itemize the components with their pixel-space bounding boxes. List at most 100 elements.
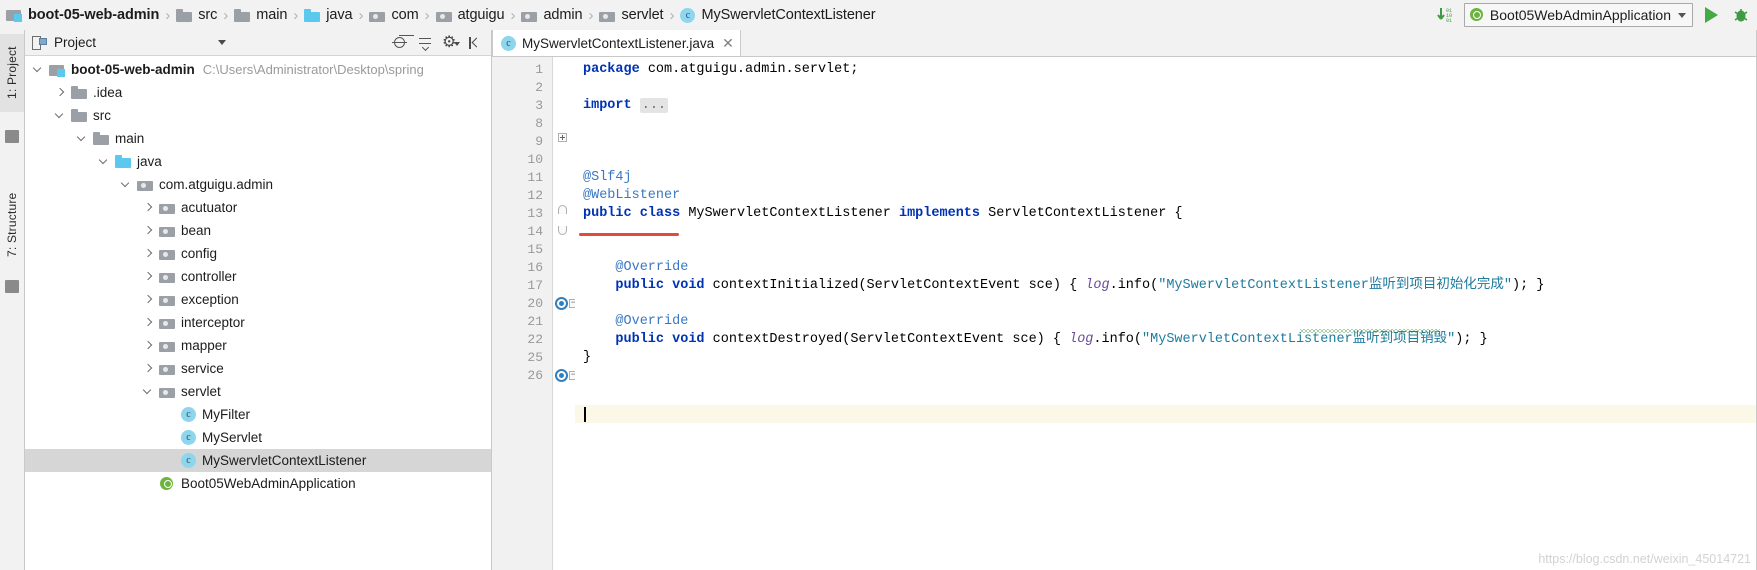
editor-tab-label: MySwervletContextListener.java — [522, 35, 715, 51]
tree-item-exception[interactable]: exception — [25, 288, 491, 311]
import-fold-plus-icon[interactable] — [558, 133, 567, 142]
project-panel-toolbar — [392, 32, 487, 52]
svg-text:01: 01 — [1446, 18, 1452, 24]
collapse-all-icon[interactable] — [417, 35, 433, 51]
tree-expand-arrow-icon[interactable] — [143, 340, 154, 351]
breadcrumb-item-servlet[interactable]: servlet — [595, 0, 667, 30]
favorites-icon[interactable] — [5, 130, 19, 143]
tree-expand-arrow-icon[interactable] — [143, 202, 154, 213]
java-class-icon: c — [501, 35, 516, 51]
tree-item-config[interactable]: config — [25, 242, 491, 265]
breadcrumb-item-src[interactable]: src — [172, 0, 221, 30]
code-editor[interactable]: 1 2 3 8 9 10 11 12 13 14 15 16 17 20 21 22 25 26 − − pac — [492, 57, 1757, 570]
tree-expand-arrow-icon[interactable] — [143, 317, 154, 328]
tree-item-controller[interactable]: controller — [25, 265, 491, 288]
tree-item-acutuator[interactable]: acutuator — [25, 196, 491, 219]
hide-panel-icon[interactable] — [467, 35, 483, 51]
java-class-icon: c — [181, 453, 196, 468]
tree-expand-arrow-icon — [165, 409, 176, 420]
package-icon — [521, 9, 538, 22]
tree-item-label: exception — [181, 292, 239, 307]
tree-expand-arrow-icon[interactable] — [77, 133, 88, 144]
breadcrumb-label: java — [326, 7, 353, 23]
tree-expand-arrow-icon[interactable] — [121, 179, 132, 190]
package-icon — [137, 178, 153, 191]
run-button[interactable] — [1699, 3, 1723, 27]
override-method-marker-icon[interactable] — [555, 297, 568, 310]
tree-item-bean[interactable]: bean — [25, 219, 491, 242]
run-configuration-selector[interactable]: Boot05WebAdminApplication — [1463, 3, 1693, 27]
code-line-25: } — [583, 350, 592, 365]
tree-expand-arrow-icon[interactable] — [143, 225, 154, 236]
tree-expand-arrow-icon[interactable] — [143, 271, 154, 282]
tree-expand-arrow-icon[interactable] — [33, 64, 44, 75]
tool-tab-project[interactable]: 1: Project — [0, 34, 24, 112]
tree-item-main[interactable]: main — [25, 127, 491, 150]
package-icon — [159, 362, 175, 375]
annotation-fold-top-icon[interactable] — [558, 205, 567, 214]
tree-item-label: java — [137, 154, 162, 169]
tree-expand-arrow-icon[interactable] — [99, 156, 110, 167]
line-number: 20 — [527, 296, 543, 311]
tree-item-label: mapper — [181, 338, 227, 353]
line-number: 2 — [535, 80, 543, 95]
tree-item-servlet[interactable]: servlet — [25, 380, 491, 403]
tree-item-boot-05-web-admin[interactable]: boot-05-web-admin C:\Users\Administrator\… — [25, 58, 491, 81]
module-icon — [49, 63, 65, 77]
close-icon[interactable]: ✕ — [722, 36, 734, 50]
tree-item-myservlet[interactable]: c MyServlet — [25, 426, 491, 449]
breadcrumb-item-com[interactable]: com — [365, 0, 422, 30]
maven-icon[interactable] — [5, 280, 19, 293]
breadcrumb-item-admin[interactable]: admin — [517, 0, 586, 30]
tool-tab-structure[interactable]: 7: Structure — [0, 180, 24, 270]
breadcrumb-item-class[interactable]: c MySwervletContextListener — [676, 0, 879, 30]
tree-item-myfilter[interactable]: c MyFilter — [25, 403, 491, 426]
tree-item-label: interceptor — [181, 315, 245, 330]
line-number: 9 — [535, 134, 543, 149]
package-icon — [159, 316, 175, 329]
debug-button[interactable] — [1729, 3, 1753, 27]
tree-item-interceptor[interactable]: interceptor — [25, 311, 491, 334]
tree-item-java[interactable]: java — [25, 150, 491, 173]
view-mode-chevron-down-icon[interactable] — [218, 40, 227, 45]
tree-item-src[interactable]: src — [25, 104, 491, 127]
source-folder-icon — [304, 8, 321, 22]
tree-expand-arrow-icon[interactable] — [143, 294, 154, 305]
line-number: 16 — [527, 260, 543, 275]
tree-expand-arrow-icon[interactable] — [143, 386, 154, 397]
tree-item-boot05webadminapplication[interactable]: Boot05WebAdminApplication — [25, 472, 491, 495]
breadcrumb-item-module[interactable]: boot-05-web-admin — [2, 0, 163, 30]
breadcrumb: boot-05-web-admin › src › main › java › … — [0, 0, 1434, 30]
tree-item-mapper[interactable]: mapper — [25, 334, 491, 357]
chevron-down-icon[interactable] — [1678, 12, 1686, 18]
breadcrumb-item-main[interactable]: main — [230, 0, 291, 30]
tree-item-label: MyServlet — [202, 430, 263, 445]
tree-item-myswervletcontextlistener[interactable]: c MySwervletContextListener — [25, 449, 491, 472]
breadcrumb-item-java[interactable]: java — [300, 0, 356, 30]
code-text-area[interactable]: package com.atguigu.admin.servlet; import… — [575, 57, 1757, 570]
tree-item-label: bean — [181, 223, 212, 238]
editor-tab-file[interactable]: c MySwervletContextListener.java ✕ — [492, 30, 741, 56]
tree-expand-arrow-icon[interactable] — [143, 248, 154, 259]
run-triangle-icon — [1704, 7, 1718, 23]
line-number: 11 — [527, 170, 543, 185]
project-tree: boot-05-web-admin C:\Users\Administrator\… — [25, 56, 491, 495]
tree-expand-arrow-icon — [165, 455, 176, 466]
breadcrumb-item-atguigu[interactable]: atguigu — [432, 0, 509, 30]
tree-expand-arrow-icon[interactable] — [143, 363, 154, 374]
tree-item-service[interactable]: service — [25, 357, 491, 380]
override-method-marker-icon[interactable] — [555, 369, 568, 382]
tree-item-label: MySwervletContextListener — [202, 453, 367, 468]
annotation-fold-bottom-icon[interactable] — [558, 226, 567, 235]
tree-item-path: C:\Users\Administrator\Desktop\spring — [202, 62, 424, 77]
settings-gear-icon[interactable] — [442, 32, 460, 52]
code-line-22: public void contextDestroyed(ServletCont… — [615, 332, 1488, 347]
tree-item-com-atguigu-admin[interactable]: com.atguigu.admin — [25, 173, 491, 196]
tree-item--idea[interactable]: .idea — [25, 81, 491, 104]
package-icon — [369, 9, 386, 22]
tree-expand-arrow-icon[interactable] — [55, 110, 66, 121]
download-binary-icon[interactable]: 01 10 01 — [1434, 3, 1458, 27]
line-number-gutter: 1 2 3 8 9 10 11 12 13 14 15 16 17 20 21 22 25 26 — [492, 57, 553, 570]
select-opened-file-icon[interactable] — [392, 35, 408, 51]
tree-expand-arrow-icon[interactable] — [55, 87, 66, 98]
